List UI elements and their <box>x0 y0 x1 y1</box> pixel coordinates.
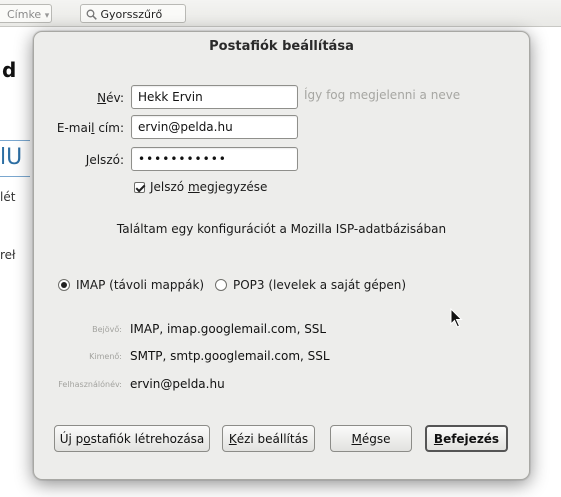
background-toolbar: Címke ▾ Gyorsszűrő <box>0 0 561 26</box>
background-rule-top <box>0 140 30 141</box>
background-text-fragment-2: reł <box>0 248 16 262</box>
quick-filter-label: Gyorsszűrő <box>100 8 163 21</box>
background-heading-fragment: d <box>2 58 17 82</box>
username-value: ervin@pelda.hu <box>130 377 225 391</box>
tag-filter-label: Címke <box>7 8 42 21</box>
done-button[interactable]: Befejezés <box>425 425 508 452</box>
checkbox-checked-icon <box>134 181 145 193</box>
cancel-button[interactable]: Mégse <box>330 425 412 452</box>
incoming-server-value: IMAP, imap.googlemail.com, SSL <box>130 322 327 336</box>
toolbar-divider <box>0 26 561 27</box>
create-new-account-button[interactable]: Új p o stafiók létrehozása <box>54 425 210 452</box>
outgoing-server-value: SMTP, smtp.googlemail.com, SSL <box>130 349 330 363</box>
background-blue-fragment: lU <box>0 145 23 170</box>
dialog-title: Postafiók beállítása <box>209 39 354 54</box>
radio-unselected-icon <box>215 279 227 291</box>
remember-password-label: Jelszó megjegyzése <box>150 180 268 194</box>
username-label: Felhasználónév: <box>58 380 122 389</box>
chevron-down-icon: ▾ <box>44 11 50 21</box>
radio-selected-icon <box>58 279 70 291</box>
remember-password-checkbox[interactable]: Jelszó megjegyzése <box>134 180 267 194</box>
pop3-radio[interactable]: POP3 (levelek a saját gépen) <box>215 278 406 292</box>
name-label: Név: <box>97 91 124 105</box>
tag-filter-button[interactable]: Címke ▾ <box>0 4 52 23</box>
background-text-fragment-1: lét <box>0 190 16 204</box>
imap-radio[interactable]: IMAP (távoli mappák) <box>58 278 204 292</box>
name-hint: Így fog megjelenni a neve <box>304 88 461 102</box>
background-rule-bottom <box>0 176 30 177</box>
password-field[interactable]: ••••••••••• <box>131 147 298 171</box>
search-icon <box>86 7 97 26</box>
pop3-radio-label: POP3 (levelek a saját gépen) <box>233 278 406 292</box>
outgoing-server-label: Kimenő: <box>89 352 122 361</box>
password-label: Jelszó: <box>85 153 124 167</box>
incoming-server-label: Bejövő: <box>92 325 122 334</box>
account-setup-dialog: Postafiók beállítása Név: Hekk Ervin Így… <box>33 31 530 480</box>
mouse-pointer-icon <box>450 307 464 331</box>
name-field[interactable]: Hekk Ervin <box>131 85 298 109</box>
email-field[interactable]: ervin@pelda.hu <box>131 115 298 139</box>
manual-config-button[interactable]: Kézi beállítás <box>222 425 315 452</box>
quick-filter-button[interactable]: Gyorsszűrő <box>80 4 186 23</box>
email-label: E-mail cím: <box>56 121 124 135</box>
imap-radio-label: IMAP (távoli mappák) <box>76 278 205 292</box>
config-status-message: Találtam egy konfigurációt a Mozilla ISP… <box>116 222 447 236</box>
